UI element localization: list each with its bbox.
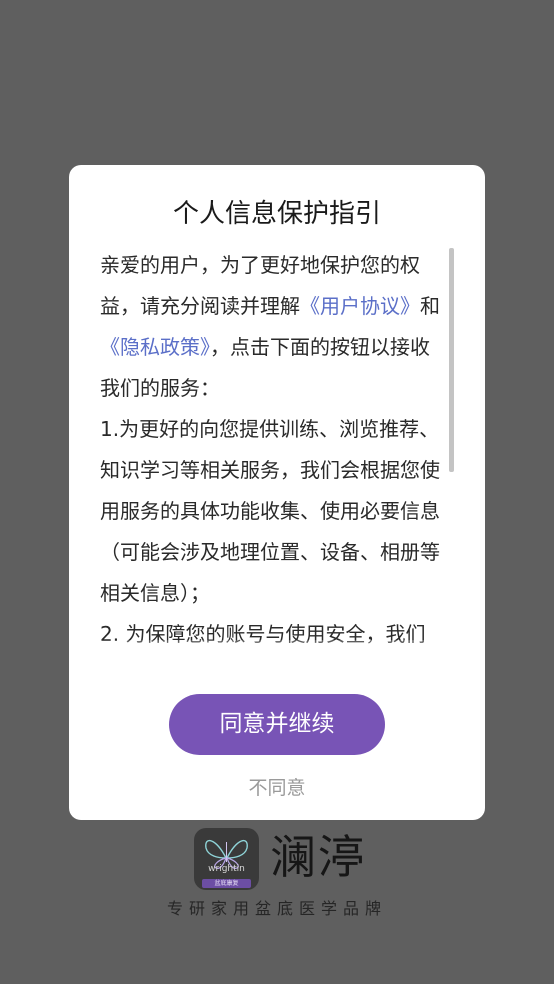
item-1: 1.为更好的向您提供训练、浏览推荐、知识学习等相关服务，我们会根据您使用服务的具…	[100, 417, 440, 605]
logo-subtext: 盆底康复	[202, 879, 251, 888]
dialog-content-scroll[interactable]: 亲爱的用户，为了更好地保护您的权益，请充分阅读并理解《用户协议》和《隐私政策》，…	[100, 245, 450, 667]
intro-paragraph: 亲爱的用户，为了更好地保护您的权益，请充分阅读并理解《用户协议》和《隐私政策》，…	[100, 245, 446, 409]
logo-text: wrightin	[208, 864, 245, 874]
content-fade	[100, 640, 450, 667]
brand-name: 澜渟	[270, 830, 366, 884]
dialog-content: 亲爱的用户，为了更好地保护您的权益，请充分阅读并理解《用户协议》和《隐私政策》，…	[100, 245, 446, 655]
privacy-policy-link[interactable]: 《隐私政策》	[100, 335, 210, 359]
brand-slogan: 专研家用盆底医学品牌	[166, 899, 387, 918]
brand-logo: wrightin 盆底康复	[194, 828, 259, 890]
dialog-title: 个人信息保护指引	[172, 199, 381, 229]
connector-text: 和	[420, 294, 440, 318]
user-agreement-link[interactable]: 《用户协议》	[300, 294, 420, 318]
content-scrollbar[interactable]	[449, 248, 454, 472]
disagree-button[interactable]: 不同意	[0, 775, 554, 801]
agree-continue-button[interactable]: 同意并继续	[169, 694, 385, 755]
